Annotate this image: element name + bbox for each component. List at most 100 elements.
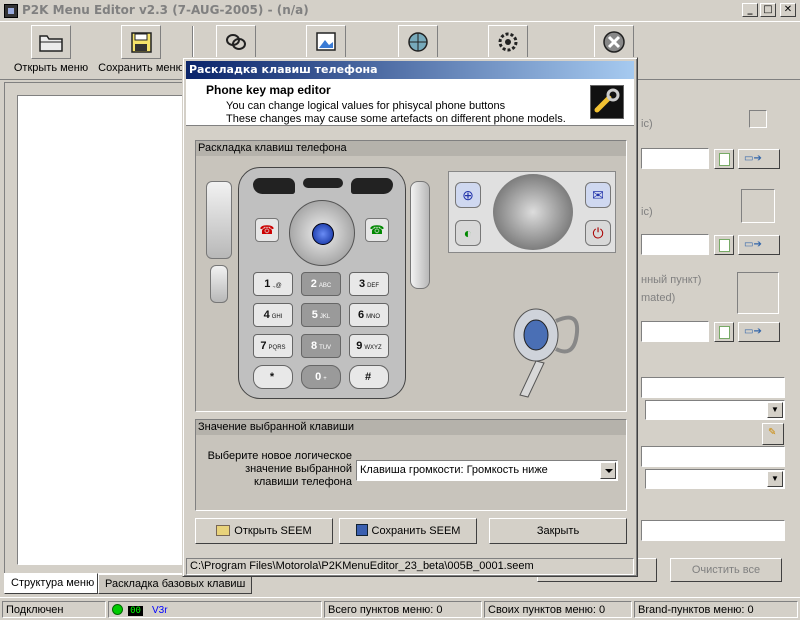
connection-status: Подключен bbox=[2, 601, 106, 618]
keypad-key[interactable]: 9 WXYZ bbox=[349, 334, 389, 358]
browser-key[interactable]: ⊕ bbox=[455, 182, 481, 208]
apply-button-2[interactable]: ▭➔ bbox=[738, 235, 780, 255]
property-input-2[interactable] bbox=[641, 234, 709, 255]
property-input-3[interactable] bbox=[641, 321, 709, 342]
keypad-key-main: 3 bbox=[358, 278, 366, 290]
seem-file-path: C:\Program Files\Motorola\P2KMenuEditor_… bbox=[186, 558, 634, 575]
property-combo-1[interactable]: ▼ bbox=[645, 400, 785, 420]
property-input-6[interactable] bbox=[641, 520, 785, 541]
keypad-key[interactable]: 1 .,@ bbox=[253, 272, 293, 296]
keypad-key[interactable]: 2 ABC bbox=[301, 272, 341, 296]
picture-icon bbox=[306, 25, 346, 59]
end-call-key[interactable]: ☎ bbox=[255, 218, 279, 242]
nav-center-key[interactable] bbox=[312, 223, 334, 245]
keypad-key[interactable]: # bbox=[349, 365, 389, 389]
phone-top-view: ⊕ ✉ ◐ ⏻ bbox=[448, 171, 616, 253]
globe-icon bbox=[398, 25, 438, 59]
keypad-key[interactable]: 3 DEF bbox=[349, 272, 389, 296]
keypad-key-main: 0 bbox=[315, 371, 322, 383]
phone-keypad-body: ☎ ☎ 1 .,@ 2 ABC 3 DEF 4 GHI 5 JKL 6 MNO 7 PQRS 8 TUV 9 WX… bbox=[238, 167, 406, 399]
key-value-select[interactable]: Клавиша громкости: Громкость ниже bbox=[356, 460, 618, 481]
tab-menu-structure[interactable]: Структура меню bbox=[4, 573, 98, 594]
save-menu-button[interactable]: Сохранить меню bbox=[98, 25, 184, 77]
wrench-icon bbox=[590, 85, 624, 119]
clipboard-icon bbox=[719, 153, 730, 166]
clear-all-button[interactable]: Очистить все bbox=[670, 558, 782, 582]
save-menu-label: Сохранить меню bbox=[98, 62, 184, 74]
keypad-key[interactable]: 7 PQRS bbox=[253, 334, 293, 358]
selected-key-group: Значение выбранной клавиши Выберите ново… bbox=[195, 419, 627, 511]
key-value-selected: Клавиша громкости: Громкость ниже bbox=[360, 464, 548, 476]
keypad-key-sub: + bbox=[323, 376, 327, 382]
keypad-key[interactable]: * bbox=[253, 365, 293, 389]
gear-icon bbox=[488, 25, 528, 59]
apply-button-1[interactable]: ▭➔ bbox=[738, 149, 780, 169]
side-smart-key[interactable] bbox=[410, 181, 430, 289]
keypad-key-main: 2 bbox=[310, 278, 317, 290]
property-text-1: ic) bbox=[641, 118, 653, 130]
keypad-key[interactable]: 4 GHI bbox=[253, 303, 293, 327]
header-description-2: These changes may cause some artefacts o… bbox=[226, 113, 566, 125]
minimize-button[interactable]: _ bbox=[742, 3, 758, 17]
right-soft-key[interactable] bbox=[351, 178, 393, 194]
image-preview-2[interactable] bbox=[737, 272, 779, 314]
clipboard-icon bbox=[719, 326, 730, 339]
keypad-key-sub: WXYZ bbox=[364, 345, 382, 351]
keypad-key-sub: MNO bbox=[366, 314, 381, 320]
dialog-header: Phone key map editor You can change logi… bbox=[186, 79, 634, 126]
property-text-2: ic) bbox=[641, 206, 653, 218]
new-value-prompt: Выберите новое логическое значение выбра… bbox=[202, 450, 352, 489]
open-folder-icon bbox=[216, 525, 231, 536]
side-volume-key[interactable] bbox=[206, 181, 232, 259]
top-end-key[interactable]: ⏻ bbox=[585, 220, 611, 246]
clipboard-button-1[interactable] bbox=[714, 149, 734, 169]
send-call-key[interactable]: ☎ bbox=[365, 218, 389, 242]
indicator-counter: 00 bbox=[128, 606, 143, 616]
dialog-title: Раскладка клавиш телефона bbox=[186, 61, 634, 79]
prompt-line-3: клавиши телефона bbox=[253, 476, 352, 488]
device-status-cell: 00 V3r bbox=[108, 601, 322, 618]
clipboard-button-3[interactable] bbox=[714, 322, 734, 342]
apply-button-3[interactable]: ▭➔ bbox=[738, 322, 780, 342]
bluetooth-headset[interactable] bbox=[496, 291, 596, 401]
open-menu-button[interactable]: Открыть меню bbox=[10, 25, 92, 77]
property-input-4[interactable] bbox=[641, 377, 785, 398]
property-input-1[interactable] bbox=[641, 148, 709, 169]
keypad-key[interactable]: 6 MNO bbox=[349, 303, 389, 327]
keypad-key[interactable]: 5 JKL bbox=[301, 303, 341, 327]
header-title: Phone key map editor bbox=[206, 83, 331, 97]
left-soft-key[interactable] bbox=[253, 178, 295, 194]
save-seem-button[interactable]: Сохранить SEEM bbox=[339, 518, 477, 544]
menu-tree-view[interactable] bbox=[17, 95, 185, 565]
property-combo-2[interactable]: ▼ bbox=[645, 469, 785, 489]
nav-ring[interactable] bbox=[289, 200, 355, 266]
clipboard-button-2[interactable] bbox=[714, 235, 734, 255]
main-title-bar: P2K Menu Editor v2.3 (7-AUG-2005) - (n/a… bbox=[0, 0, 800, 22]
keypad-key-main: 5 bbox=[311, 309, 318, 321]
keypad-key-main: # bbox=[364, 371, 372, 383]
keypad-key-main: 1 bbox=[264, 278, 271, 290]
keypad-key-sub: .,@ bbox=[272, 283, 282, 289]
keymap-dialog: Раскладка клавиш телефона Phone key map … bbox=[182, 57, 638, 577]
image-preview-1[interactable] bbox=[741, 189, 775, 223]
message-key[interactable]: ✉ bbox=[585, 182, 611, 208]
top-send-key[interactable]: ◐ bbox=[455, 220, 481, 246]
dialog-close-button[interactable]: Закрыть bbox=[489, 518, 627, 544]
keypad-key[interactable]: 8 TUV bbox=[301, 334, 341, 358]
menu-key[interactable] bbox=[303, 178, 343, 188]
exit-x-icon bbox=[594, 25, 634, 59]
maximize-button[interactable]: □ bbox=[760, 3, 776, 17]
chain-link-icon bbox=[216, 25, 256, 59]
property-input-5[interactable] bbox=[641, 446, 785, 467]
tab-base-keys[interactable]: Раскладка базовых клавиш bbox=[98, 574, 252, 594]
open-seem-button[interactable]: Открыть SEEM bbox=[195, 518, 333, 544]
property-checkbox[interactable] bbox=[749, 110, 767, 128]
keypad-key[interactable]: 0 + bbox=[301, 365, 341, 389]
top-nav-ring[interactable] bbox=[493, 174, 573, 250]
open-seem-label: Открыть SEEM bbox=[234, 525, 312, 537]
side-voice-key[interactable] bbox=[210, 265, 228, 303]
keypad-key-main: 6 bbox=[357, 309, 365, 321]
chevron-down-icon bbox=[600, 462, 616, 479]
close-window-button[interactable]: ✕ bbox=[780, 3, 796, 17]
edit-button[interactable]: ✎ bbox=[762, 423, 784, 445]
